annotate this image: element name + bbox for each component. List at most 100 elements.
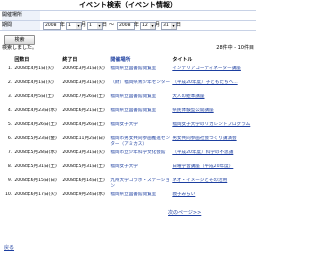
row-start-date-cell: 2008年5月28日(水) (14, 149, 57, 155)
row-end-date-cell: 2009年3月31日(火) (62, 65, 105, 71)
day-unit: 日 (176, 22, 182, 28)
row-number-cell: 2. (7, 79, 13, 85)
period-value: 2008 年 1 ▾ 月 1 ▾ 日 〜 2008 年 12 ▾ 月 31 ▾ … (41, 21, 256, 30)
from-month-select[interactable]: 1 ▾ (66, 22, 82, 30)
to-year-input[interactable]: 2008 (117, 22, 135, 30)
day-unit: 日 (102, 22, 108, 28)
row-start-date-cell: 2008年6月17日(火) (14, 191, 57, 197)
month-unit: 月 (81, 22, 87, 28)
table-row: 8. 2008年5月31日(土) 2008年5月31日(土) 福岡女子大学 日曜学習講座… (4, 164, 254, 178)
event-title-link[interactable]: （平成20年度）科学の不思議 (172, 150, 233, 155)
event-title-link[interactable]: 親子みらい (172, 192, 195, 197)
row-title-cell: インテリアコーディネーター講座 (171, 66, 254, 80)
row-number-cell: 10. (5, 191, 13, 197)
year-unit: 年 (134, 22, 140, 28)
search-button[interactable]: 検索 (4, 35, 35, 45)
to-month-value: 12 (142, 23, 148, 28)
result-summary: 検索しました。 28件中 - 10件目 (0, 45, 256, 52)
row-venue-cell: 福岡県立図書館閲覧室 (110, 191, 157, 197)
event-title-link[interactable]: （平成20年度）子どもたちへ... (172, 80, 237, 85)
row-title-cell: 県民体験型公開講座 (171, 108, 254, 122)
from-year-input[interactable]: 2008 (43, 22, 61, 30)
row-number-cell: 8. (7, 163, 13, 169)
form-divider (0, 30, 256, 31)
search-status: 検索しました。 (2, 45, 38, 51)
page-title: イベント検索（イベント情報） (79, 1, 177, 9)
table-row: 1. 2008年4月1日(火) 2009年3月31日(火) 福岡県立図書館閲覧室 インテ… (4, 66, 254, 80)
results-table: 回数日 終了日 開催場所 タイトル 1. 2008年4月1日(火) 2009年3月3… (4, 57, 254, 206)
event-title-link[interactable]: 福岡女子大学のリカレントプログラム (172, 122, 250, 127)
from-day-select[interactable]: 1 ▾ (87, 22, 103, 30)
row-start-date-cell: 2008年4月1日(火) (14, 65, 54, 71)
row-venue-cell: 九州大学コラボ・ステーション (110, 177, 170, 189)
row-end-date-cell: 2008年3月31日(火) (62, 79, 105, 85)
row-title-cell: （平成20年度）子どもたちへ... (171, 80, 254, 94)
row-title-cell: （平成20年度）科学の不思議 (171, 150, 254, 164)
row-title-cell: 福岡女子大学のリカレントプログラム (171, 122, 254, 136)
to-month-select[interactable]: 12 ▾ (140, 22, 156, 30)
row-end-date-cell: 2008年6月21日(土) (62, 107, 105, 113)
row-venue-cell: 福岡市男女共同参画推進センター（アミカス） (110, 135, 171, 147)
event-title-link[interactable]: ネオ・イメージとその活用 (172, 178, 227, 183)
row-end-date-cell: 2009年3月31日(火) (62, 149, 105, 155)
row-number-cell: 7. (7, 149, 13, 155)
column-header-venue: 開催場所 (110, 57, 131, 63)
row-number-cell: 5. (7, 121, 13, 127)
row-venue-cell: （財）福岡県青少年センター (110, 79, 171, 85)
row-start-date-cell: 2008年5月31日(土) (14, 163, 57, 169)
table-row: 3. 2008年4月5日(土) 2008年7月26日(土) 福岡県立図書館閲覧室 大人の… (4, 94, 254, 108)
row-title-cell: 日曜学習講座（平成20年度） (171, 164, 254, 178)
to-day-select[interactable]: 31 ▾ (161, 22, 177, 30)
results-body: 1. 2008年4月1日(火) 2009年3月31日(火) 福岡県立図書館閲覧室 インテ… (4, 66, 254, 206)
row-venue-cell: 福岡市立少年科学文化会館 (110, 149, 166, 155)
table-row: 7. 2008年5月28日(水) 2009年3月31日(火) 福岡市立少年科学文化会館… (4, 150, 254, 164)
row-end-date-cell: 2008年5月31日(土) (62, 163, 105, 169)
row-number-cell: 4. (7, 107, 13, 113)
column-header-title: タイトル (172, 57, 193, 63)
row-start-date-cell: 2008年5月23日(金) (14, 135, 57, 141)
row-venue-cell: 福岡県立図書館閲覧室 (110, 107, 157, 113)
to-day-value: 31 (163, 23, 169, 28)
row-title-cell: 大人の絵本講座 (171, 94, 254, 108)
row-title-cell: 男女共同参画社会づくり講演会 (171, 136, 254, 150)
result-count: 28件中 - 10件目 (216, 45, 254, 51)
venue-label: 開催場所 (2, 11, 40, 20)
row-venue-cell: 福岡女子大学 (110, 163, 138, 169)
year-unit: 年 (60, 22, 66, 28)
range-separator: 〜 (109, 22, 115, 28)
next-page-link[interactable]: 次のページ>> (168, 210, 201, 217)
table-row: 4. 2008年4月23日(水) 2008年6月21日(土) 福岡県立図書館閲覧室 県民… (4, 108, 254, 122)
month-unit: 月 (155, 22, 161, 28)
table-header-row: 回数日 終了日 開催場所 タイトル (4, 57, 254, 66)
row-venue-cell: 福岡女子大学 (110, 121, 138, 127)
event-title-link[interactable]: 大人の絵本講座 (172, 94, 204, 99)
period-label: 期間 (2, 21, 40, 30)
table-row: 6. 2008年5月23日(金) 2008年11月2日(日) 福岡市男女共同参画推進セ… (4, 136, 254, 150)
row-end-date-cell: 2008年9月24日(水) (62, 191, 105, 197)
row-end-date-cell: 2008年11月2日(日) (62, 135, 105, 141)
row-start-date-cell: 2008年4月23日(水) (14, 107, 57, 113)
column-header-start: 回数日 (14, 57, 30, 63)
row-number-cell: 9. (7, 177, 13, 183)
row-number-cell: 1. (7, 65, 13, 71)
from-month-value: 1 (68, 23, 71, 28)
event-title-link[interactable]: 県民体験型公開講座 (172, 108, 213, 113)
row-start-date-cell: 2008年4月5日(土) (14, 93, 54, 99)
table-row: 9. 2008年6月15日(日) 2008年6月14日(土) 九州大学コラボ・ステーシ… (4, 178, 254, 192)
event-title-link[interactable]: 男女共同参画社会づくり講演会 (172, 136, 236, 141)
table-row: 5. 2008年4月26日(土) 2008年4月26日(土) 福岡女子大学 福岡女子大学… (4, 122, 254, 136)
back-link[interactable]: 戻る (4, 245, 14, 252)
event-title-link[interactable]: インテリアコーディネーター講座 (172, 66, 241, 71)
row-end-date-cell: 2008年6月14日(土) (62, 177, 105, 183)
event-title-link[interactable]: 日曜学習講座（平成20年度） (172, 164, 233, 169)
column-header-no (4, 58, 13, 66)
column-header-end: 終了日 (62, 57, 78, 63)
venue-value (41, 11, 256, 20)
period-row: 期間 2008 年 1 ▾ 月 1 ▾ 日 〜 2008 年 12 ▾ 月 31… (0, 21, 256, 30)
table-row: 10. 2008年6月17日(火) 2008年9月24日(水) 福岡県立図書館閲覧室 親… (4, 192, 254, 206)
row-start-date-cell: 2008年4月1日(火) (14, 79, 54, 85)
row-venue-cell: 福岡県立図書館閲覧室 (110, 93, 157, 99)
row-end-date-cell: 2008年7月26日(土) (62, 93, 105, 99)
row-start-date-cell: 2008年4月26日(土) (14, 121, 57, 127)
row-number-cell: 3. (7, 93, 13, 99)
